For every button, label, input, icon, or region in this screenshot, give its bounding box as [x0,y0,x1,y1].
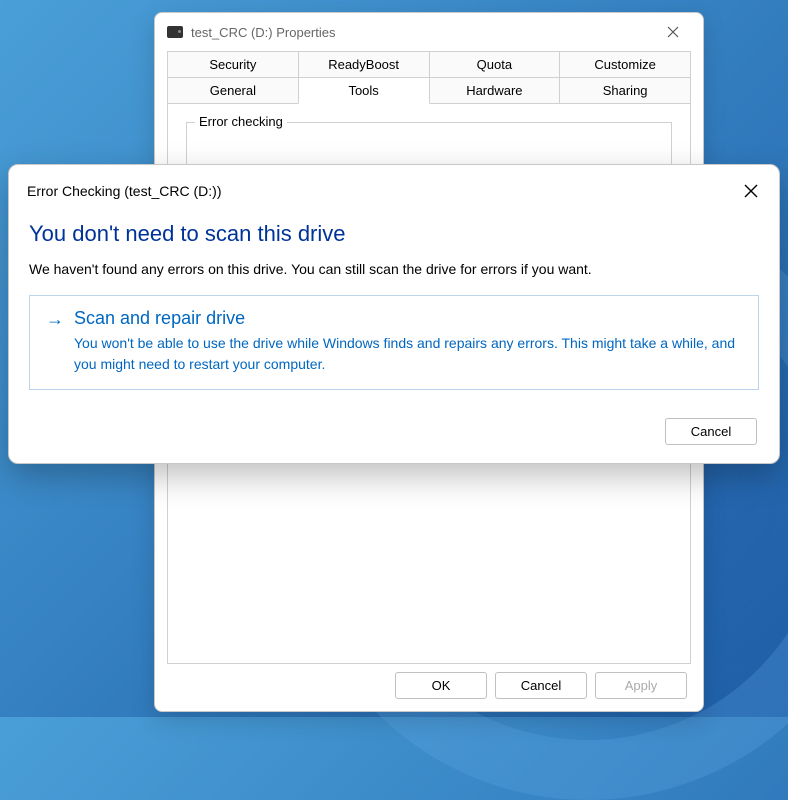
command-link-header: → Scan and repair drive [46,308,742,329]
tabs-row-2: General Tools Hardware Sharing [155,77,703,104]
properties-titlebar: test_CRC (D:) Properties [155,13,703,51]
tab-hardware[interactable]: Hardware [429,77,561,104]
properties-title: test_CRC (D:) Properties [191,25,651,40]
tab-sharing[interactable]: Sharing [559,77,691,104]
dialog-heading: You don't need to scan this drive [9,211,779,261]
tab-readyboost[interactable]: ReadyBoost [298,51,430,78]
properties-button-row: OK Cancel Apply [395,672,687,699]
dialog-close-button[interactable] [737,177,765,205]
error-checking-dialog: Error Checking (test_CRC (D:)) You don't… [8,164,780,464]
tabs-row-1: Security ReadyBoost Quota Customize [155,51,703,78]
tab-security[interactable]: Security [167,51,299,78]
command-link-title: Scan and repair drive [74,308,245,329]
dialog-button-row: Cancel [9,390,779,445]
dialog-body-text: We haven't found any errors on this driv… [9,261,779,295]
apply-button[interactable]: Apply [595,672,687,699]
arrow-right-icon: → [46,310,64,328]
dialog-title: Error Checking (test_CRC (D:)) [27,183,737,199]
tab-customize[interactable]: Customize [559,51,691,78]
close-button[interactable] [651,17,695,47]
command-link-description: You won't be able to use the drive while… [46,333,742,375]
dialog-titlebar: Error Checking (test_CRC (D:)) [9,165,779,211]
tab-tools[interactable]: Tools [298,77,430,104]
cancel-button[interactable]: Cancel [495,672,587,699]
tab-quota[interactable]: Quota [429,51,561,78]
dialog-cancel-button[interactable]: Cancel [665,418,757,445]
drive-icon [167,26,183,38]
scan-repair-command[interactable]: → Scan and repair drive You won't be abl… [29,295,759,390]
ok-button[interactable]: OK [395,672,487,699]
groupbox-label: Error checking [195,114,287,129]
tab-general[interactable]: General [167,77,299,104]
